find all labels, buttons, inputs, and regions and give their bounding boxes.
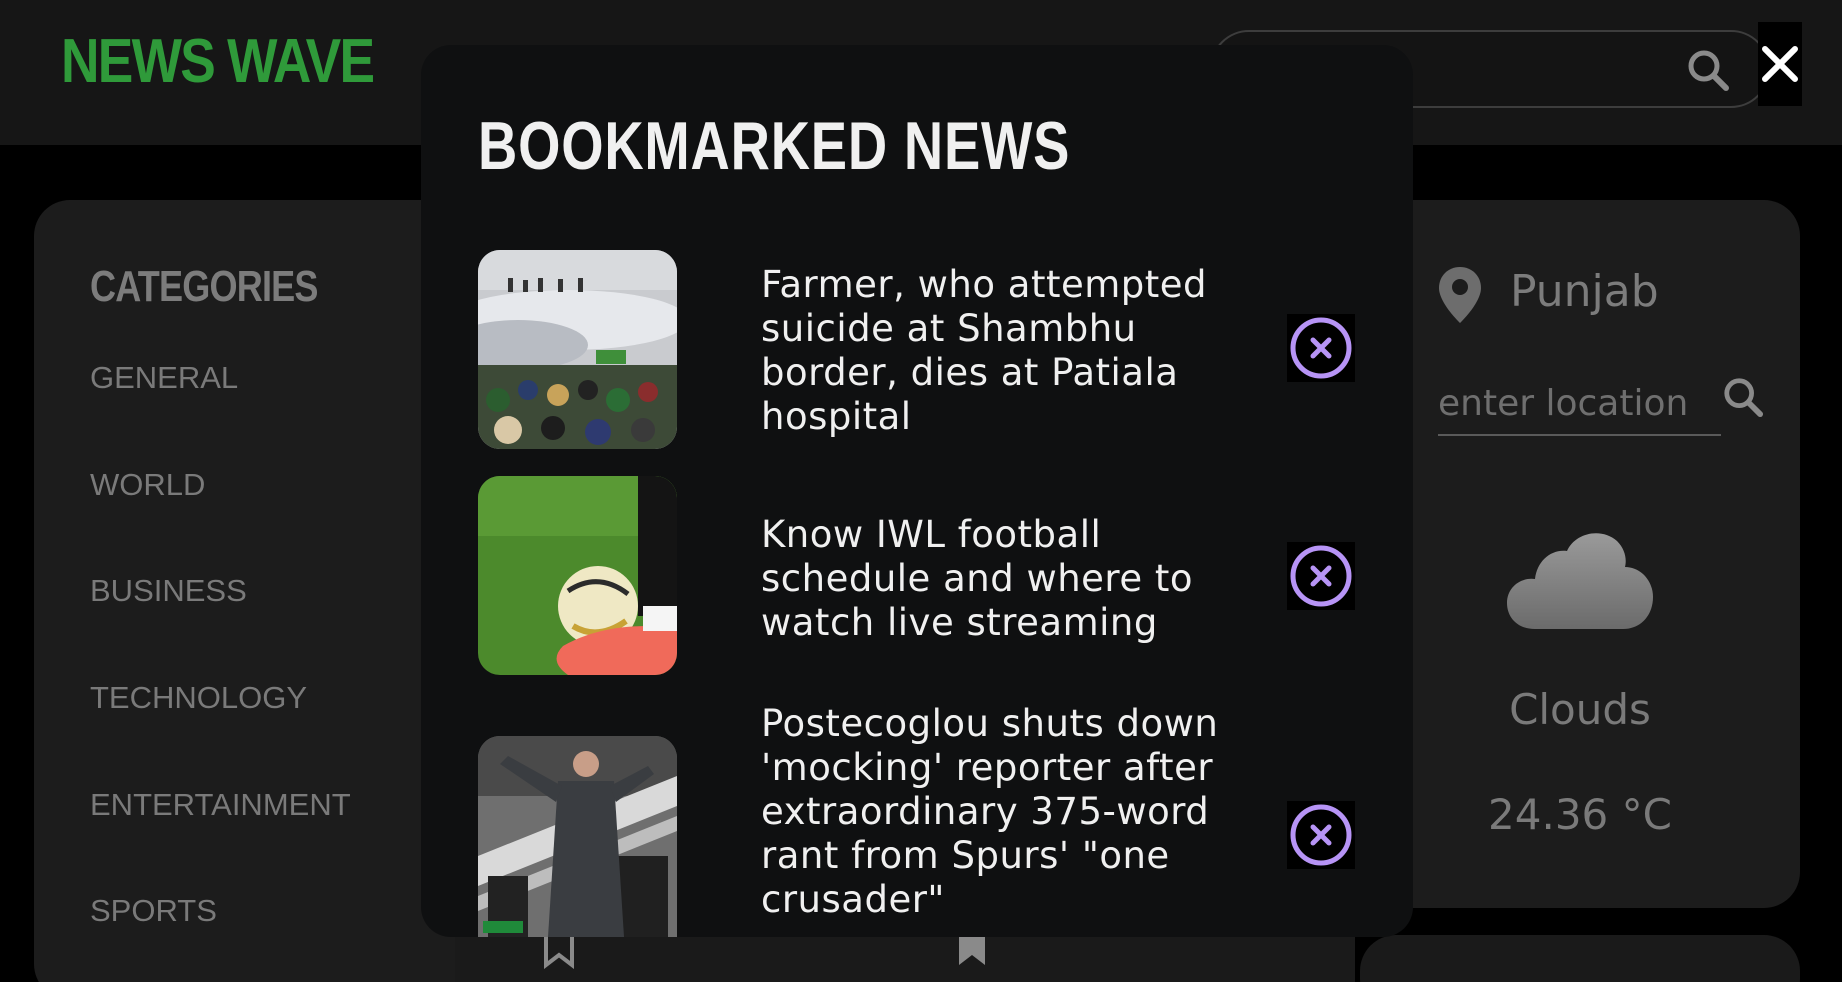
close-icon[interactable] [1761,45,1799,83]
location-name: Punjab [1510,266,1659,317]
remove-circle-icon[interactable] [1289,544,1353,608]
remove-bookmark-button[interactable] [1287,314,1355,382]
news-card-strip [455,935,1355,982]
remove-bookmark-button[interactable] [1287,542,1355,610]
bookmark-headline[interactable]: Know IWL football schedule and where to … [761,513,1231,645]
remove-circle-icon[interactable] [1289,803,1353,867]
football-image [478,476,677,675]
category-business[interactable]: BUSINESS [90,573,247,609]
bookmark-thumbnail[interactable] [478,250,677,449]
category-general[interactable]: GENERAL [90,360,238,396]
bookmark-headline[interactable]: Farmer, who attempted suicide at Shambhu… [761,263,1231,439]
location-search-icon[interactable] [1722,376,1764,418]
category-world[interactable]: WORLD [90,467,205,503]
secondary-panel [1360,935,1800,982]
remove-circle-icon[interactable] [1289,316,1353,380]
coach-image [478,736,677,937]
remove-bookmark-button[interactable] [1287,801,1355,869]
category-technology[interactable]: TECHNOLOGY [90,680,307,716]
bookmark-outline-icon[interactable] [542,935,576,969]
location-input[interactable] [1438,372,1721,436]
search-icon[interactable] [1686,48,1730,92]
bookmark-thumbnail[interactable] [478,476,677,675]
protest-image [478,250,677,449]
bookmark-headline[interactable]: Postecoglou shuts down 'mocking' reporte… [761,702,1231,922]
category-sports[interactable]: SPORTS [90,893,217,929]
weather-temperature: 24.36 °C [1488,790,1672,839]
bookmarks-modal: BOOKMARKED NEWS Farmer, who attempted su… [421,45,1413,937]
category-entertainment[interactable]: ENTERTAINMENT [90,787,351,823]
bookmark-thumbnail[interactable] [478,736,677,937]
categories-title: CATEGORIES [90,262,318,311]
modal-title: BOOKMARKED NEWS [478,108,1071,184]
bookmark-filled-icon[interactable] [955,935,989,969]
logo[interactable]: NEWS WAVE [61,26,375,97]
location-pin-icon [1439,267,1481,323]
close-modal-button[interactable] [1758,22,1802,106]
weather-condition: Clouds [1509,685,1651,734]
cloud-icon [1507,533,1653,629]
